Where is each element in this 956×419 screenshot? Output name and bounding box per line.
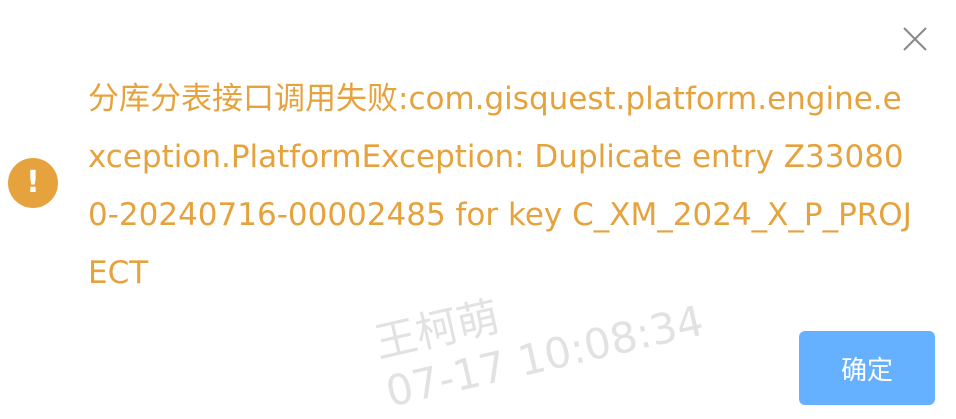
warning-icon: ! [8,158,58,208]
close-button[interactable] [900,24,930,54]
confirm-button[interactable]: 确定 [799,331,935,405]
watermark-time: 07-17 10:08:34 [381,295,708,417]
message-box-dialog: ! 分库分表接口调用失败:com.gisquest.platform.engin… [0,0,956,419]
close-icon [903,27,927,51]
error-message: 分库分表接口调用失败:com.gisquest.platform.engine.… [88,81,912,291]
